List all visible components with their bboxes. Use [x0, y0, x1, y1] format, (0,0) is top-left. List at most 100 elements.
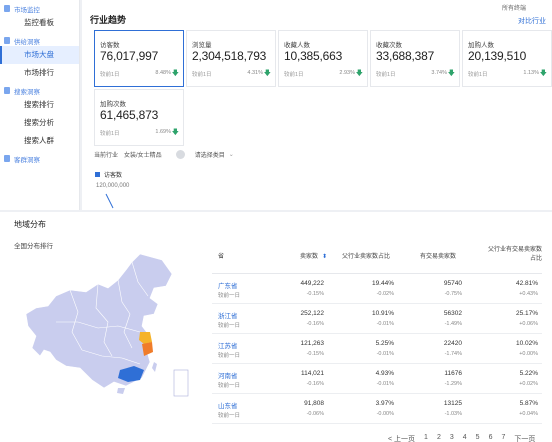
- traded-change: -1.49%: [444, 321, 462, 327]
- col-seller-share[interactable]: 父行业卖家数占比: [342, 251, 390, 260]
- metric-card-pageviews[interactable]: 浏览量 2,304,518,793 较前1日 4.31% 🡇: [186, 30, 276, 87]
- next-page-button[interactable]: 下一页: [514, 434, 535, 442]
- arrow-down-icon: 🡇: [171, 129, 179, 136]
- filter-industry-value: 女装/女士精品: [124, 153, 162, 159]
- chevron-down-icon[interactable]: ⌄: [229, 151, 234, 158]
- sidebar-item-search-ranking[interactable]: 搜索排行: [0, 96, 79, 114]
- document-icon: [4, 5, 10, 12]
- arrow-down-icon: 🡇: [171, 70, 179, 77]
- col-traded-sellers[interactable]: 有交易卖家数: [420, 251, 456, 260]
- industry-trend-panel: 行业趋势 所有终端 对比行业 访客数 76,017,997 较前1日 8.48%…: [82, 0, 552, 210]
- province-link[interactable]: 广东省: [218, 280, 238, 290]
- metric-card-favorite-users[interactable]: 收藏人数 10,385,663 较前1日 2.93% 🡇: [278, 30, 368, 87]
- sidebar-item-market-overview[interactable]: 市场大盘: [0, 46, 79, 64]
- traded-change: -1.03%: [444, 411, 462, 417]
- compare-label: 较前一日: [218, 383, 241, 389]
- share-change: -0.02%: [376, 291, 394, 297]
- sellers-value: 252,122: [300, 310, 325, 317]
- sidebar-item-market-ranking[interactable]: 市场排行: [0, 64, 79, 82]
- arrow-down-icon: 🡇: [447, 70, 455, 77]
- traded-change: -1.74%: [444, 351, 462, 357]
- document-icon: [4, 155, 10, 162]
- sellers-value: 121,263: [300, 340, 325, 347]
- traded-share-value: 5.22%: [519, 370, 538, 377]
- metric-card-cart-count[interactable]: 加购次数 61,465,873 较前1日 1.69% 🡇: [94, 89, 184, 146]
- traded-value: 56302: [443, 310, 462, 317]
- metric-card-visitors[interactable]: 访客数 76,017,997 较前1日 8.48% 🡇: [94, 30, 184, 87]
- share-change: -0.00%: [376, 411, 394, 417]
- chart-legend: 访客数: [95, 170, 122, 179]
- page-number[interactable]: 5: [476, 434, 480, 442]
- province-link[interactable]: 江苏省: [218, 340, 238, 350]
- compare-label: 较前一日: [218, 353, 241, 359]
- sidebar-item-search-audience[interactable]: 搜索人群: [0, 132, 79, 150]
- category-select[interactable]: 请选择类目: [195, 150, 225, 159]
- sort-icon[interactable]: ⬍: [322, 254, 327, 260]
- traded-share-change: +0.06%: [519, 321, 538, 327]
- share-change: -0.01%: [376, 321, 394, 327]
- compare-label: 较前一日: [218, 293, 241, 299]
- col-traded-share[interactable]: 父行业有交易卖家数占比: [486, 246, 542, 264]
- map-country-shape: [25, 253, 173, 389]
- traded-share-change: +0.43%: [519, 291, 538, 297]
- table-row: 浙江省 较前一日 252,122 -0.16% 10.91% -0.01% 56…: [212, 304, 542, 334]
- map-island-hainan: [117, 388, 125, 394]
- sellers-change: -0.15%: [306, 291, 324, 297]
- trend-line: [105, 193, 114, 209]
- compare-label: 较前一日: [218, 413, 241, 419]
- share-value: 5.25%: [375, 340, 394, 347]
- compare-label: 较前一日: [218, 323, 241, 329]
- sidebar: 市场监控 监控看板 供给洞察 市场大盘 市场排行 搜索洞察 搜索排行 搜索分析 …: [0, 0, 80, 210]
- share-value: 19.44%: [371, 280, 394, 287]
- chart-axis-value: 120,000,000: [96, 183, 130, 189]
- province-link[interactable]: 山东省: [218, 400, 238, 410]
- region-distribution-panel: 地域分布 全国分布排行 省 卖家数 ⬍ 父行业卖家数占比 有交易卖家数 父行业有交: [0, 212, 552, 442]
- sidebar-item-search-analysis[interactable]: 搜索分析: [0, 114, 79, 132]
- province-link[interactable]: 河南省: [218, 370, 238, 380]
- compare-industry-link[interactable]: 对比行业: [518, 16, 546, 26]
- traded-share-value: 42.81%: [515, 280, 538, 287]
- metric-card-favorite-count[interactable]: 收藏次数 33,688,387 较前1日 3.74% 🡇: [370, 30, 460, 87]
- traded-value: 95740: [443, 280, 462, 287]
- sidebar-group-supply[interactable]: 供给洞察: [0, 35, 79, 46]
- sidebar-group-monitor[interactable]: 市场监控: [0, 3, 79, 14]
- terminal-select[interactable]: 所有终端: [502, 3, 526, 12]
- arrow-down-icon: 🡇: [263, 70, 271, 77]
- metric-card-cart-users[interactable]: 加购人数 20,139,510 较前1日 1.13% 🡇: [462, 30, 552, 87]
- sidebar-group-search[interactable]: 搜索洞察: [0, 85, 79, 96]
- prev-page-button[interactable]: < 上一页: [388, 434, 415, 442]
- traded-change: -1.29%: [444, 381, 462, 387]
- col-province: 省: [218, 254, 225, 260]
- page-number[interactable]: 2: [437, 434, 441, 442]
- table-header: 省 卖家数 ⬍ 父行业卖家数占比 有交易卖家数 父行业有交易卖家数占比: [212, 242, 542, 274]
- filter-label: 当前行业: [94, 153, 119, 159]
- traded-share-change: +0.02%: [519, 381, 538, 387]
- arrow-down-icon: 🡇: [539, 70, 547, 77]
- page-number[interactable]: 4: [463, 434, 467, 442]
- page-number[interactable]: 3: [450, 434, 454, 442]
- industry-filter: 当前行业 女装/女士精品 请选择类目 ⌄: [94, 150, 234, 159]
- province-link[interactable]: 浙江省: [218, 310, 238, 320]
- share-change: -0.01%: [376, 381, 394, 387]
- traded-share-value: 5.87%: [519, 400, 538, 407]
- page-number[interactable]: 7: [501, 434, 505, 442]
- sidebar-item-dashboard[interactable]: 监控看板: [0, 14, 79, 32]
- trend-chart: [105, 193, 114, 209]
- traded-share-value: 25.17%: [515, 310, 538, 317]
- traded-value: 22420: [443, 340, 462, 347]
- page-number[interactable]: 1: [424, 434, 428, 442]
- col-sellers[interactable]: 卖家数 ⬍: [300, 251, 327, 260]
- page-number[interactable]: 6: [489, 434, 493, 442]
- traded-change: -0.75%: [444, 291, 462, 297]
- sellers-value: 449,222: [300, 280, 325, 287]
- map-inset-frame: [173, 369, 189, 397]
- toggle-icon[interactable]: [175, 150, 185, 159]
- map-island-taiwan: [152, 362, 157, 372]
- traded-value: 13125: [443, 400, 462, 407]
- traded-share-change: +0.04%: [519, 411, 538, 417]
- legend-swatch: [95, 172, 100, 177]
- share-value: 10.91%: [371, 310, 394, 317]
- sidebar-group-customer[interactable]: 客群洞察: [0, 153, 79, 164]
- arrow-down-icon: 🡇: [355, 70, 363, 77]
- sellers-change: -0.06%: [306, 411, 324, 417]
